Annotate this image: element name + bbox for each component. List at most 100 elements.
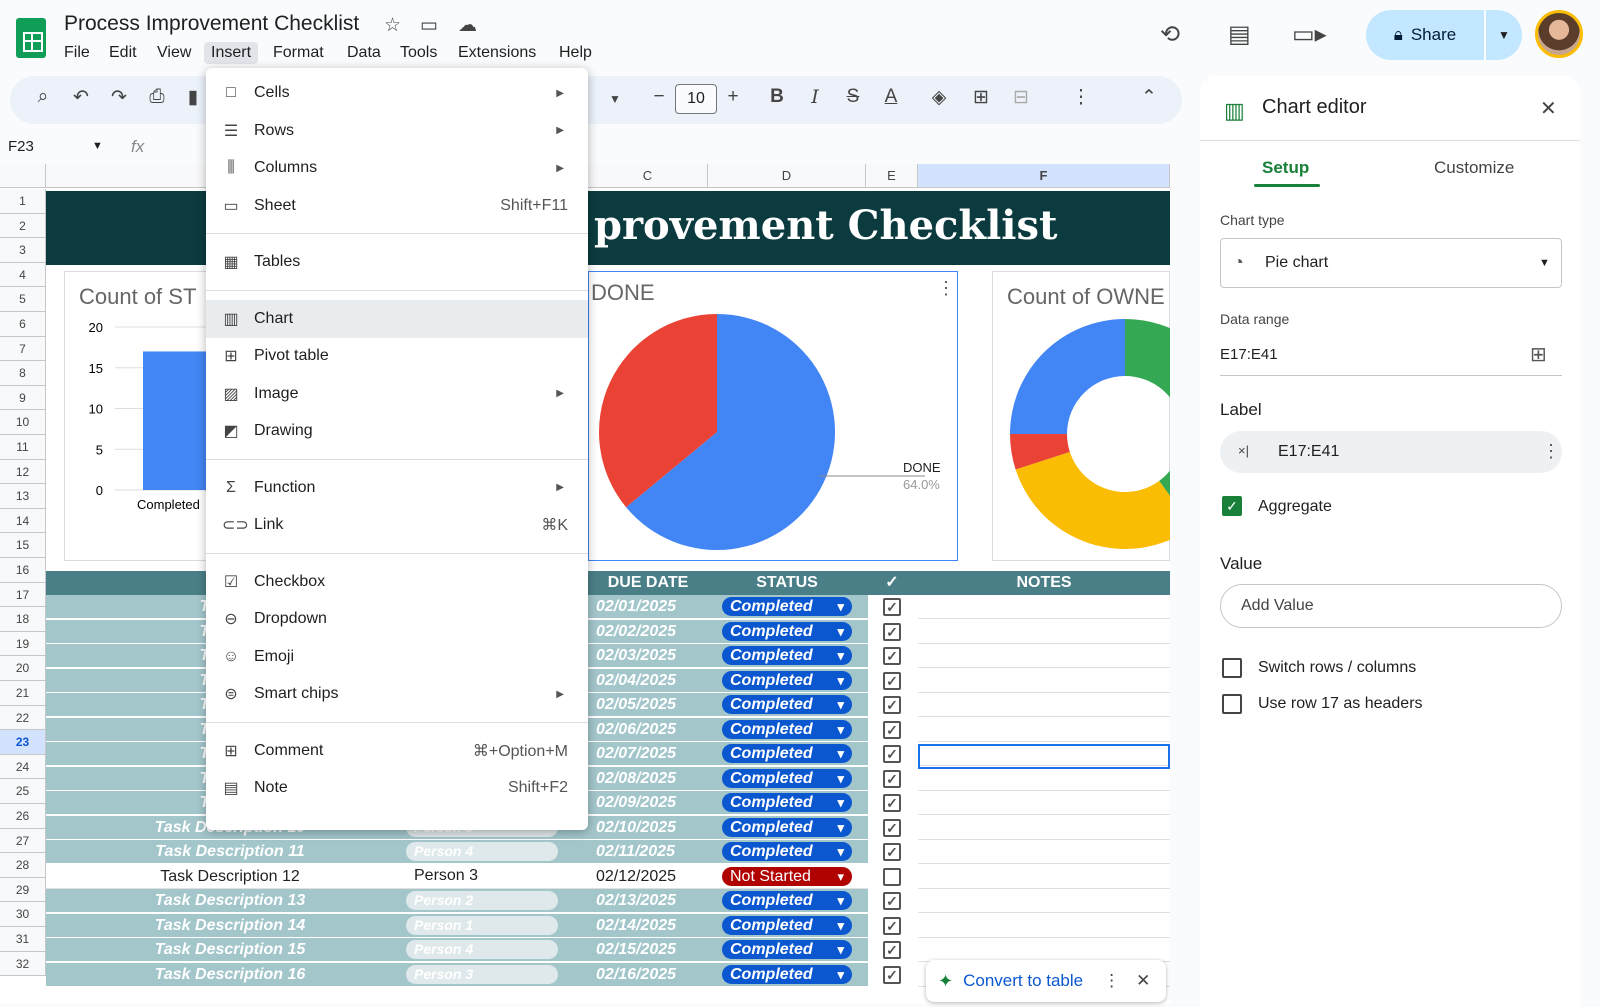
notes-cell[interactable]: [918, 914, 1170, 938]
meet-icon[interactable]: ▭▸: [1292, 20, 1327, 49]
insert-pivot-table[interactable]: ⊞ Pivot table: [206, 337, 588, 375]
status-dropdown[interactable]: Completed: [722, 695, 852, 714]
done-checkbox[interactable]: ✓: [883, 916, 901, 935]
row-header-22[interactable]: 22: [0, 705, 46, 731]
label-more-icon[interactable]: ⋮: [1542, 441, 1560, 462]
row-header-3[interactable]: 3: [0, 238, 46, 263]
due-date-cell[interactable]: 02/15/2025: [596, 941, 676, 959]
row-header-9[interactable]: 9: [0, 385, 46, 411]
version-history-icon[interactable]: ⟲: [1160, 20, 1180, 49]
done-checkbox[interactable]: ✓: [883, 622, 901, 641]
row-header-21[interactable]: 21: [0, 681, 46, 706]
strikethrough-icon[interactable]: S: [840, 86, 866, 108]
bar-completed[interactable]: [143, 351, 215, 490]
row-header-28[interactable]: 28: [0, 853, 46, 878]
due-date-cell[interactable]: 02/09/2025: [596, 794, 676, 812]
notes-cell[interactable]: [918, 669, 1170, 693]
add-value-button[interactable]: Add Value: [1220, 584, 1562, 628]
row-header-4[interactable]: 4: [0, 262, 46, 288]
avatar[interactable]: [1535, 10, 1583, 58]
insert-columns[interactable]: ⫼ Columns ▶: [206, 149, 588, 187]
search-icon[interactable]: ⌕: [30, 86, 56, 108]
status-dropdown[interactable]: Completed: [722, 915, 852, 935]
done-checkbox[interactable]: ✓: [883, 598, 901, 616]
row-header-1[interactable]: 1: [0, 189, 46, 214]
due-date-cell[interactable]: 02/08/2025: [596, 770, 676, 788]
menu-extensions[interactable]: Extensions: [451, 42, 543, 64]
status-dropdown[interactable]: Completed: [722, 793, 852, 812]
insert-emoji[interactable]: ☺ Emoji: [206, 638, 588, 676]
notes-cell[interactable]: [918, 595, 1170, 619]
row-header-19[interactable]: 19: [0, 631, 46, 657]
insert-function[interactable]: Σ Function ▶: [206, 469, 588, 507]
row-header-25[interactable]: 25: [0, 779, 46, 804]
data-range-input[interactable]: E17:E41: [1220, 346, 1278, 363]
fill-color-icon[interactable]: ◈: [926, 86, 952, 109]
row-header-31[interactable]: 31: [0, 927, 46, 952]
notes-cell[interactable]: [918, 693, 1170, 717]
name-box[interactable]: F23: [8, 138, 34, 155]
insert-cells[interactable]: □ Cells ▶: [206, 74, 588, 112]
sheets-logo[interactable]: [16, 18, 46, 58]
menu-help[interactable]: Help: [552, 42, 599, 64]
done-checkbox[interactable]: ✓: [883, 843, 901, 861]
use-row-headers-checkbox[interactable]: [1222, 694, 1242, 714]
convert-to-table-button[interactable]: Convert to table: [963, 971, 1083, 991]
done-checkbox[interactable]: ✓: [883, 941, 901, 959]
notes-cell[interactable]: [918, 620, 1170, 644]
insert-tables[interactable]: ▦ Tables: [206, 243, 588, 281]
due-date-cell[interactable]: 02/06/2025: [596, 721, 676, 739]
aggregate-checkbox[interactable]: ✓: [1222, 496, 1242, 516]
row-header-17[interactable]: 17: [0, 582, 46, 608]
task-cell[interactable]: Task Description 13: [130, 892, 330, 910]
share-button[interactable]: 🔒︎ Share: [1366, 10, 1484, 60]
due-date-cell[interactable]: 02/14/2025: [596, 917, 676, 935]
notes-cell[interactable]: [918, 889, 1170, 913]
menu-file[interactable]: File: [57, 42, 97, 64]
done-checkbox[interactable]: ✓: [883, 671, 901, 690]
donut-chart[interactable]: Count of OWNE: [992, 271, 1170, 561]
paint-format-icon[interactable]: ▮: [180, 86, 206, 109]
insert-sheet[interactable]: ▭ Sheet Shift+F11: [206, 187, 588, 225]
donut-slice-3[interactable]: [1010, 319, 1125, 434]
done-checkbox[interactable]: ✓: [883, 769, 901, 788]
done-checkbox[interactable]: ✓: [883, 794, 901, 812]
redo-icon[interactable]: ↷: [106, 86, 132, 109]
done-checkbox[interactable]: ✓: [883, 965, 901, 984]
collapse-toolbar-icon[interactable]: ⌃: [1136, 86, 1162, 109]
notes-cell[interactable]: [918, 938, 1170, 962]
due-date-cell[interactable]: 02/11/2025: [596, 843, 675, 861]
notes-cell[interactable]: [918, 840, 1170, 864]
donut-slice-1[interactable]: [1015, 451, 1170, 549]
done-checkbox[interactable]: [883, 867, 901, 886]
insert-link[interactable]: ⊂⊃ Link ⌘K: [206, 506, 588, 544]
borders-icon[interactable]: ⊞: [968, 86, 994, 109]
toast-more-icon[interactable]: ⋮: [1103, 971, 1120, 991]
toast-close-icon[interactable]: ✕: [1136, 971, 1150, 991]
status-dropdown[interactable]: Completed: [722, 940, 852, 959]
notes-cell[interactable]: [918, 718, 1170, 742]
row-header-27[interactable]: 27: [0, 828, 46, 854]
status-dropdown[interactable]: Completed: [722, 670, 852, 690]
close-icon[interactable]: ✕: [1540, 96, 1557, 121]
row-header-15[interactable]: 15: [0, 533, 46, 558]
pie-chart[interactable]: DONE DONE 64.0% ⋮: [588, 271, 958, 561]
switch-rows-checkbox[interactable]: [1222, 658, 1242, 678]
row-header-2[interactable]: 2: [0, 213, 46, 239]
due-date-cell[interactable]: 02/01/2025: [596, 598, 676, 616]
row-header-8[interactable]: 8: [0, 361, 46, 386]
row-header-14[interactable]: 14: [0, 508, 46, 534]
due-date-cell[interactable]: 02/07/2025: [596, 745, 676, 763]
menu-view[interactable]: View: [150, 42, 198, 64]
task-cell[interactable]: Task Description 14: [130, 917, 330, 935]
status-dropdown[interactable]: Completed: [722, 719, 852, 739]
row-header-26[interactable]: 26: [0, 804, 46, 829]
due-date-cell[interactable]: 02/02/2025: [596, 623, 676, 641]
comments-icon[interactable]: ▤: [1228, 20, 1251, 49]
selected-cell-f23[interactable]: [918, 744, 1170, 769]
insert-drawing[interactable]: ◩ Drawing: [206, 412, 588, 450]
row-header-18[interactable]: 18: [0, 607, 46, 632]
done-checkbox[interactable]: ✓: [883, 720, 901, 739]
done-checkbox[interactable]: ✓: [883, 745, 901, 763]
menu-data[interactable]: Data: [340, 42, 388, 64]
